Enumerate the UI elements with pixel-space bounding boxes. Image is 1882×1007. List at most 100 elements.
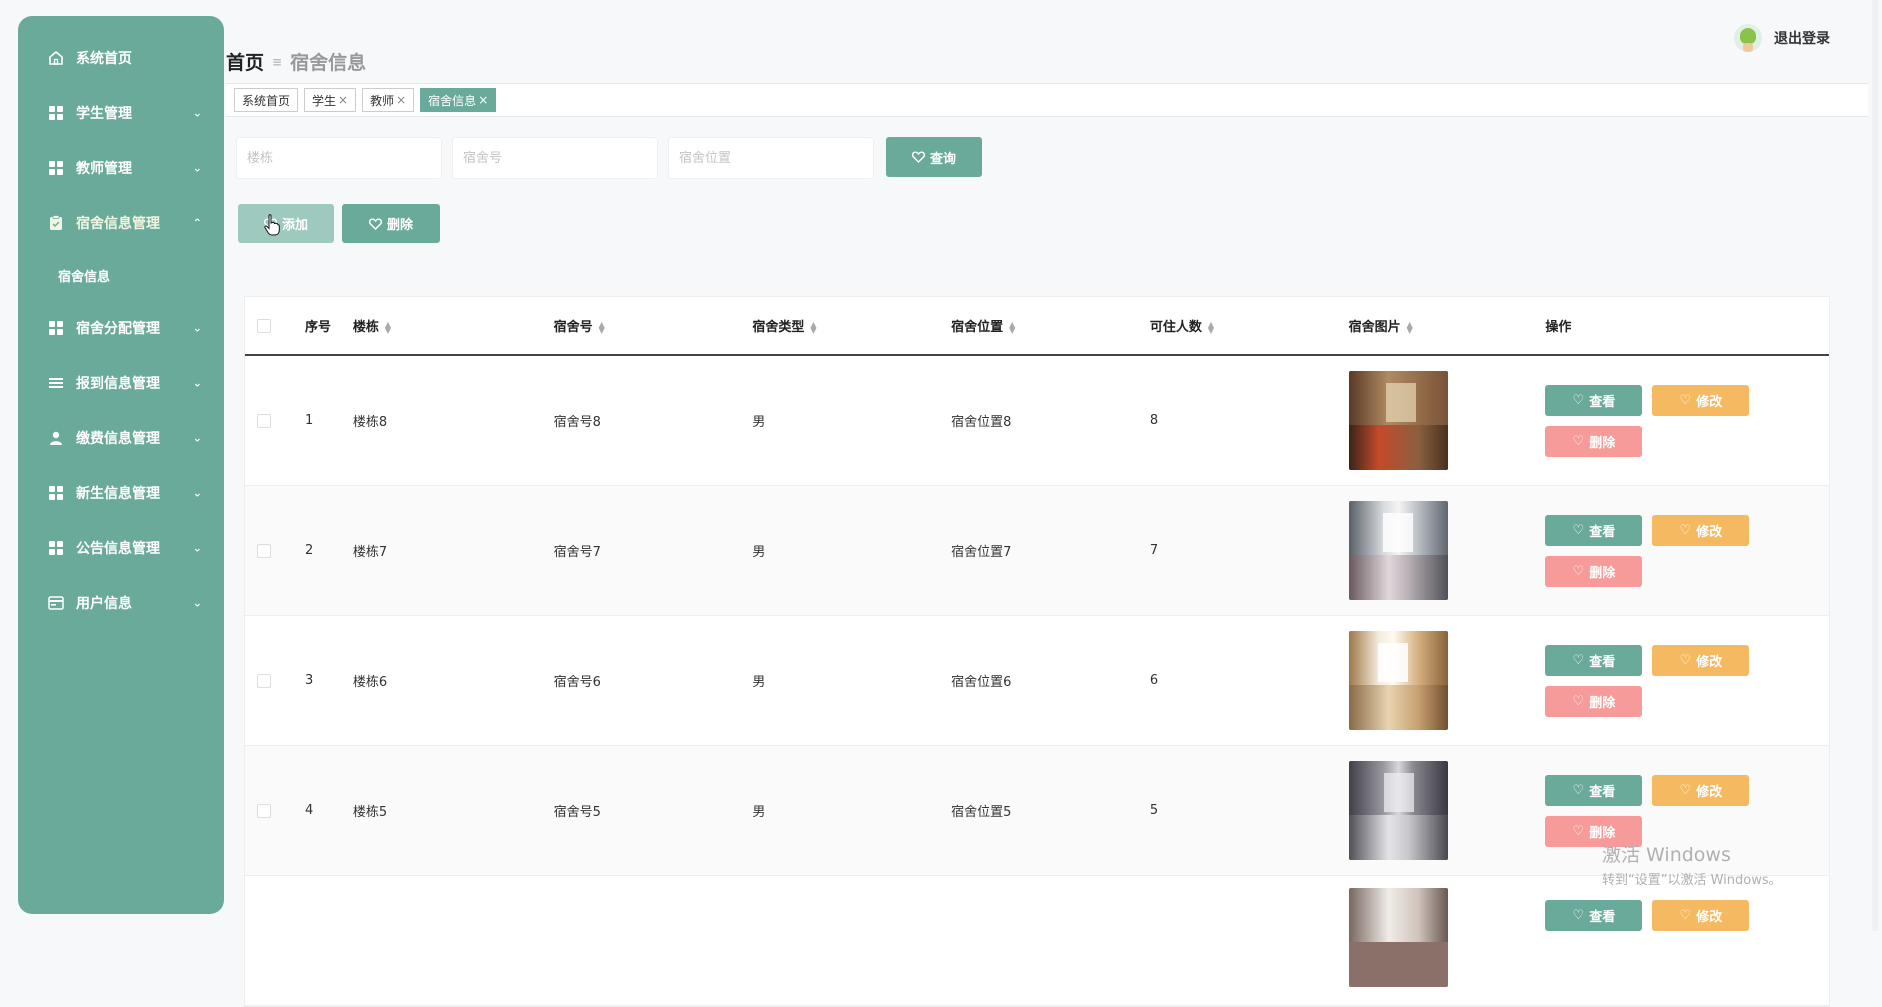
sidebar-item-user-info[interactable]: 用户信息 ⌄	[18, 575, 224, 630]
grid-icon	[48, 485, 64, 501]
row-checkbox[interactable]	[257, 803, 271, 818]
chevron-down-icon: ⌄	[192, 596, 202, 609]
dorm-photo[interactable]	[1348, 371, 1448, 470]
heart-icon: ♡	[1679, 908, 1692, 923]
cell-location: 宿舍位置7	[951, 545, 1012, 560]
edit-button[interactable]: ♡ 修改	[1652, 774, 1750, 806]
column-header[interactable]: 宿舍号 ▲ ▼	[554, 316, 753, 335]
edit-button[interactable]: ♡ 修改	[1652, 900, 1750, 931]
sidebar-item-label: 报到信息管理	[76, 375, 160, 392]
row-checkbox[interactable]	[257, 413, 271, 428]
dorm-table: 序号 楼栋 ▲ ▼ 宿舍号 ▲ ▼ 宿舍类型 ▲ ▼ 宿舍位置 ▲ ▼ 可住人数 ▲ ▼ 宿舍图片 ▲…	[244, 296, 1830, 1007]
breadcrumb-current: 宿舍信息	[290, 52, 367, 74]
tab-students[interactable]: 学生 ×	[304, 88, 357, 112]
column-header[interactable]: 宿舍图片 ▲ ▼	[1349, 316, 1546, 335]
sort-icon[interactable]: ▲ ▼	[599, 320, 605, 334]
column-header[interactable]: 宿舍类型 ▲ ▼	[752, 316, 951, 335]
cell-type: 男	[752, 675, 766, 690]
tab-teachers[interactable]: 教师 ×	[362, 88, 415, 112]
view-button[interactable]: ♡ 查看	[1545, 774, 1643, 806]
edit-button[interactable]: ♡ 修改	[1652, 644, 1750, 676]
sidebar-item-registration[interactable]: 报到信息管理 ⌄	[18, 355, 224, 410]
delete-button[interactable]: ♡ 删除	[1545, 425, 1643, 457]
tab-dorm-info[interactable]: 宿舍信息 ×	[420, 88, 497, 112]
row-checkbox[interactable]	[257, 543, 271, 558]
room-search-input[interactable]	[452, 137, 658, 179]
grid-icon	[48, 540, 64, 556]
avatar[interactable]	[1734, 24, 1762, 52]
cell-building: 楼栋6	[352, 675, 388, 690]
breadcrumb-separator-icon: ≡	[272, 54, 283, 69]
cell-index: 1	[304, 413, 314, 428]
cell-capacity: 5	[1149, 803, 1159, 818]
delete-label: 删除	[386, 218, 413, 233]
delete-button[interactable]: ♡ 删除	[1545, 685, 1643, 717]
user-icon	[48, 430, 64, 446]
clipboard-icon	[48, 214, 64, 231]
cell-capacity: 8	[1149, 413, 1159, 428]
sidebar-item-students[interactable]: 学生管理 ⌄	[18, 85, 224, 140]
sidebar-item-teachers[interactable]: 教师管理 ⌄	[18, 140, 224, 195]
sidebar-item-dorm-allocation[interactable]: 宿舍分配管理 ⌄	[18, 300, 224, 355]
sidebar-item-announcements[interactable]: 公告信息管理 ⌄	[18, 520, 224, 575]
view-button[interactable]: ♡ 查看	[1545, 900, 1643, 931]
close-icon[interactable]: ×	[478, 93, 488, 107]
dorm-photo[interactable]	[1348, 761, 1448, 860]
add-button[interactable]: 添加	[238, 204, 334, 243]
cell-location: 宿舍位置5	[951, 805, 1012, 820]
location-search-input[interactable]	[668, 137, 874, 179]
dorm-photo[interactable]	[1348, 631, 1448, 730]
cell-capacity: 7	[1149, 543, 1159, 558]
table-row: 4 楼栋5 宿舍号5 男 宿舍位置5 5 ♡ 查看 ♡ 修改 ♡ 删除	[245, 746, 1829, 876]
heart-icon: ♡	[1572, 522, 1585, 538]
sort-icon[interactable]: ▲ ▼	[385, 320, 391, 334]
view-button[interactable]: ♡ 查看	[1545, 514, 1643, 546]
sort-icon[interactable]: ▲ ▼	[810, 320, 816, 334]
query-label: 查询	[929, 151, 956, 167]
heart-icon: ♡	[1572, 652, 1585, 668]
sidebar-subitem-dorm-info[interactable]: 宿舍信息	[18, 250, 224, 300]
dorm-photo[interactable]	[1348, 888, 1448, 987]
sidebar-item-home[interactable]: 系统首页	[18, 30, 224, 85]
select-all-checkbox[interactable]	[257, 318, 271, 333]
heart-icon	[368, 217, 382, 230]
user-area: 退出登录	[1734, 24, 1830, 52]
cell-capacity: 6	[1149, 673, 1159, 688]
breadcrumb-home[interactable]: 首页	[226, 48, 264, 75]
row-checkbox[interactable]	[257, 673, 271, 688]
column-header: 序号	[304, 320, 331, 335]
sidebar-item-dorm-info[interactable]: 宿舍信息管理 ⌃	[18, 195, 224, 250]
sidebar-item-payment[interactable]: 缴费信息管理 ⌄	[18, 410, 224, 465]
windows-activation-watermark: 激活 Windows 转到“设置”以激活 Windows。	[1602, 840, 1782, 888]
column-header[interactable]: 可住人数 ▲ ▼	[1150, 316, 1349, 335]
heart-icon: ♡	[1679, 652, 1692, 668]
edit-button[interactable]: ♡ 修改	[1652, 514, 1750, 546]
table-row: 3 楼栋6 宿舍号6 男 宿舍位置6 6 ♡ 查看 ♡ 修改 ♡ 删除	[245, 616, 1829, 746]
watermark-title: 激活 Windows	[1602, 844, 1731, 866]
sort-icon[interactable]: ▲ ▼	[1009, 320, 1015, 334]
column-header[interactable]: 宿舍位置 ▲ ▼	[951, 316, 1150, 335]
grid-icon	[48, 160, 64, 176]
query-button[interactable]: 查询	[886, 137, 982, 177]
sort-icon[interactable]: ▲ ▼	[1208, 320, 1214, 334]
close-icon[interactable]: ×	[338, 93, 348, 107]
vertical-scrollbar[interactable]	[1872, 0, 1878, 931]
chevron-down-icon: ⌄	[192, 321, 202, 334]
view-button[interactable]: ♡ 查看	[1545, 644, 1643, 676]
edit-button[interactable]: ♡ 修改	[1652, 384, 1750, 416]
building-search-input[interactable]	[236, 137, 442, 179]
delete-button[interactable]: ♡ 删除	[1545, 555, 1643, 587]
sidebar-subitem-label: 宿舍信息	[58, 269, 111, 285]
dorm-photo[interactable]	[1348, 501, 1448, 600]
tab-label: 宿舍信息	[428, 93, 477, 108]
sort-icon[interactable]: ▲ ▼	[1407, 320, 1413, 334]
cell-building: 楼栋7	[352, 545, 388, 560]
logout-button[interactable]: 退出登录	[1774, 28, 1830, 48]
batch-delete-button[interactable]: 删除	[342, 204, 440, 243]
tab-home[interactable]: 系统首页	[234, 88, 299, 112]
cell-index: 4	[304, 803, 314, 818]
column-header[interactable]: 楼栋 ▲ ▼	[353, 316, 554, 335]
sidebar-item-freshmen[interactable]: 新生信息管理 ⌄	[18, 465, 224, 520]
view-button[interactable]: ♡ 查看	[1545, 384, 1643, 416]
close-icon[interactable]: ×	[396, 93, 406, 107]
